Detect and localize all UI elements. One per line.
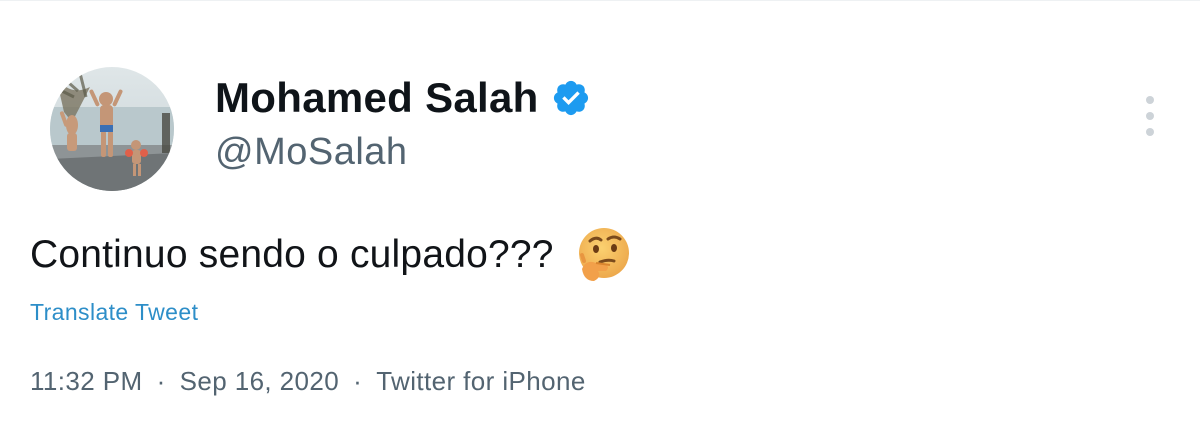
author-display-name[interactable]: Mohamed Salah bbox=[215, 74, 539, 122]
author-name-row[interactable]: Mohamed Salah bbox=[215, 70, 591, 126]
tweet-metadata: 11:32 PM · Sep 16, 2020 · Twitter for iP… bbox=[30, 366, 586, 397]
translate-tweet-link[interactable]: Translate Tweet bbox=[30, 299, 198, 326]
vertical-ellipsis-icon bbox=[1146, 128, 1154, 136]
author-avatar[interactable] bbox=[50, 67, 174, 191]
vertical-ellipsis-icon bbox=[1146, 96, 1154, 104]
tweet-source-link[interactable]: Twitter for iPhone bbox=[376, 366, 586, 397]
meta-separator: · bbox=[353, 366, 363, 396]
tweet-body: Continuo sendo o culpado??? bbox=[30, 222, 630, 288]
vertical-ellipsis-icon bbox=[1146, 112, 1154, 120]
verified-badge-icon bbox=[553, 80, 588, 116]
more-options-button[interactable] bbox=[1138, 96, 1162, 136]
tweet-time[interactable]: 11:32 PM bbox=[30, 366, 143, 397]
tweet-text: Continuo sendo o culpado??? bbox=[30, 233, 554, 276]
top-divider bbox=[0, 0, 1200, 1]
meta-separator: · bbox=[156, 366, 166, 396]
tweet-date[interactable]: Sep 16, 2020 bbox=[180, 366, 340, 397]
author-handle[interactable]: @MoSalah bbox=[215, 131, 408, 174]
avatar-photo-icon bbox=[50, 67, 174, 191]
thinking-face-icon bbox=[578, 228, 629, 281]
